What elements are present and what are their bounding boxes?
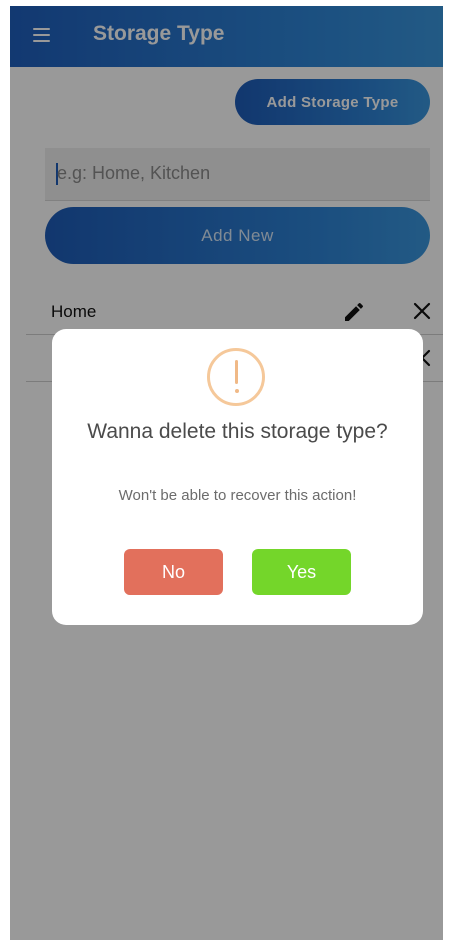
warning-icon bbox=[207, 348, 265, 406]
delete-confirm-dialog: Wanna delete this storage type? Won't be… bbox=[52, 329, 423, 625]
app-screen: Storage Type Add Storage Type e.g: Home,… bbox=[10, 6, 443, 940]
no-button[interactable]: No bbox=[124, 549, 223, 595]
dialog-title: Wanna delete this storage type? bbox=[87, 420, 388, 443]
yes-button[interactable]: Yes bbox=[252, 549, 351, 595]
dialog-message: Won't be able to recover this action! bbox=[118, 487, 357, 504]
